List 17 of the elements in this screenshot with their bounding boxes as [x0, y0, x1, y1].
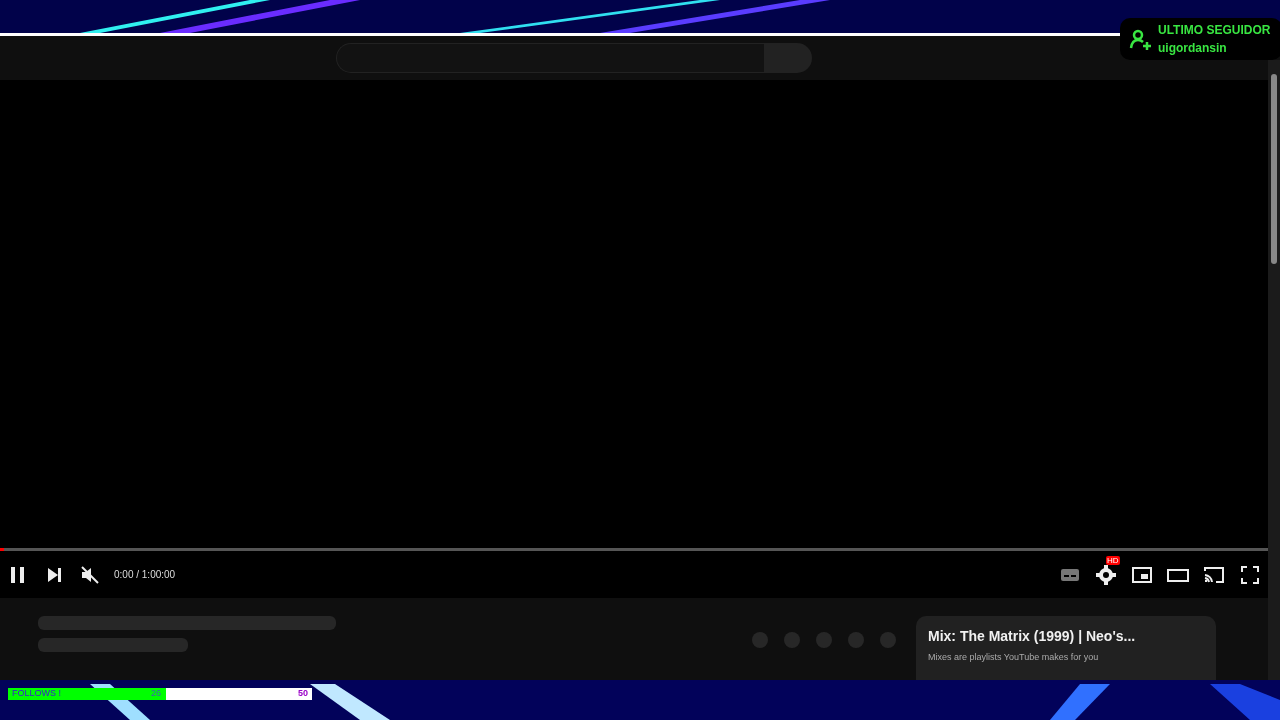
follows-goal: 50: [298, 687, 308, 701]
follows-count: 26: [150, 687, 161, 701]
settings-icon[interactable]: [1094, 562, 1118, 587]
follower-name: uigordansin: [1158, 40, 1228, 57]
mix-subtitle: Mixes are playlists YouTube makes for you: [928, 651, 1100, 664]
loading-dot: [784, 632, 800, 648]
alert-title: ULTIMO SEGUIDOR: [1158, 22, 1271, 39]
follows-label: FOLLOWS !: [12, 687, 61, 701]
loading-dot: [752, 632, 768, 648]
mix-title: Mix: The Matrix (1999) | Neo's...: [928, 627, 1137, 646]
time-display: 0:00 / 1:00:00: [114, 568, 176, 582]
user-plus-icon: [1128, 27, 1152, 51]
loading-dot: [816, 632, 832, 648]
loading-dot: [880, 632, 896, 648]
scrollbar-thumb[interactable]: [1271, 74, 1277, 264]
loading-dot: [848, 632, 864, 648]
hd-badge: HD: [1106, 556, 1120, 566]
